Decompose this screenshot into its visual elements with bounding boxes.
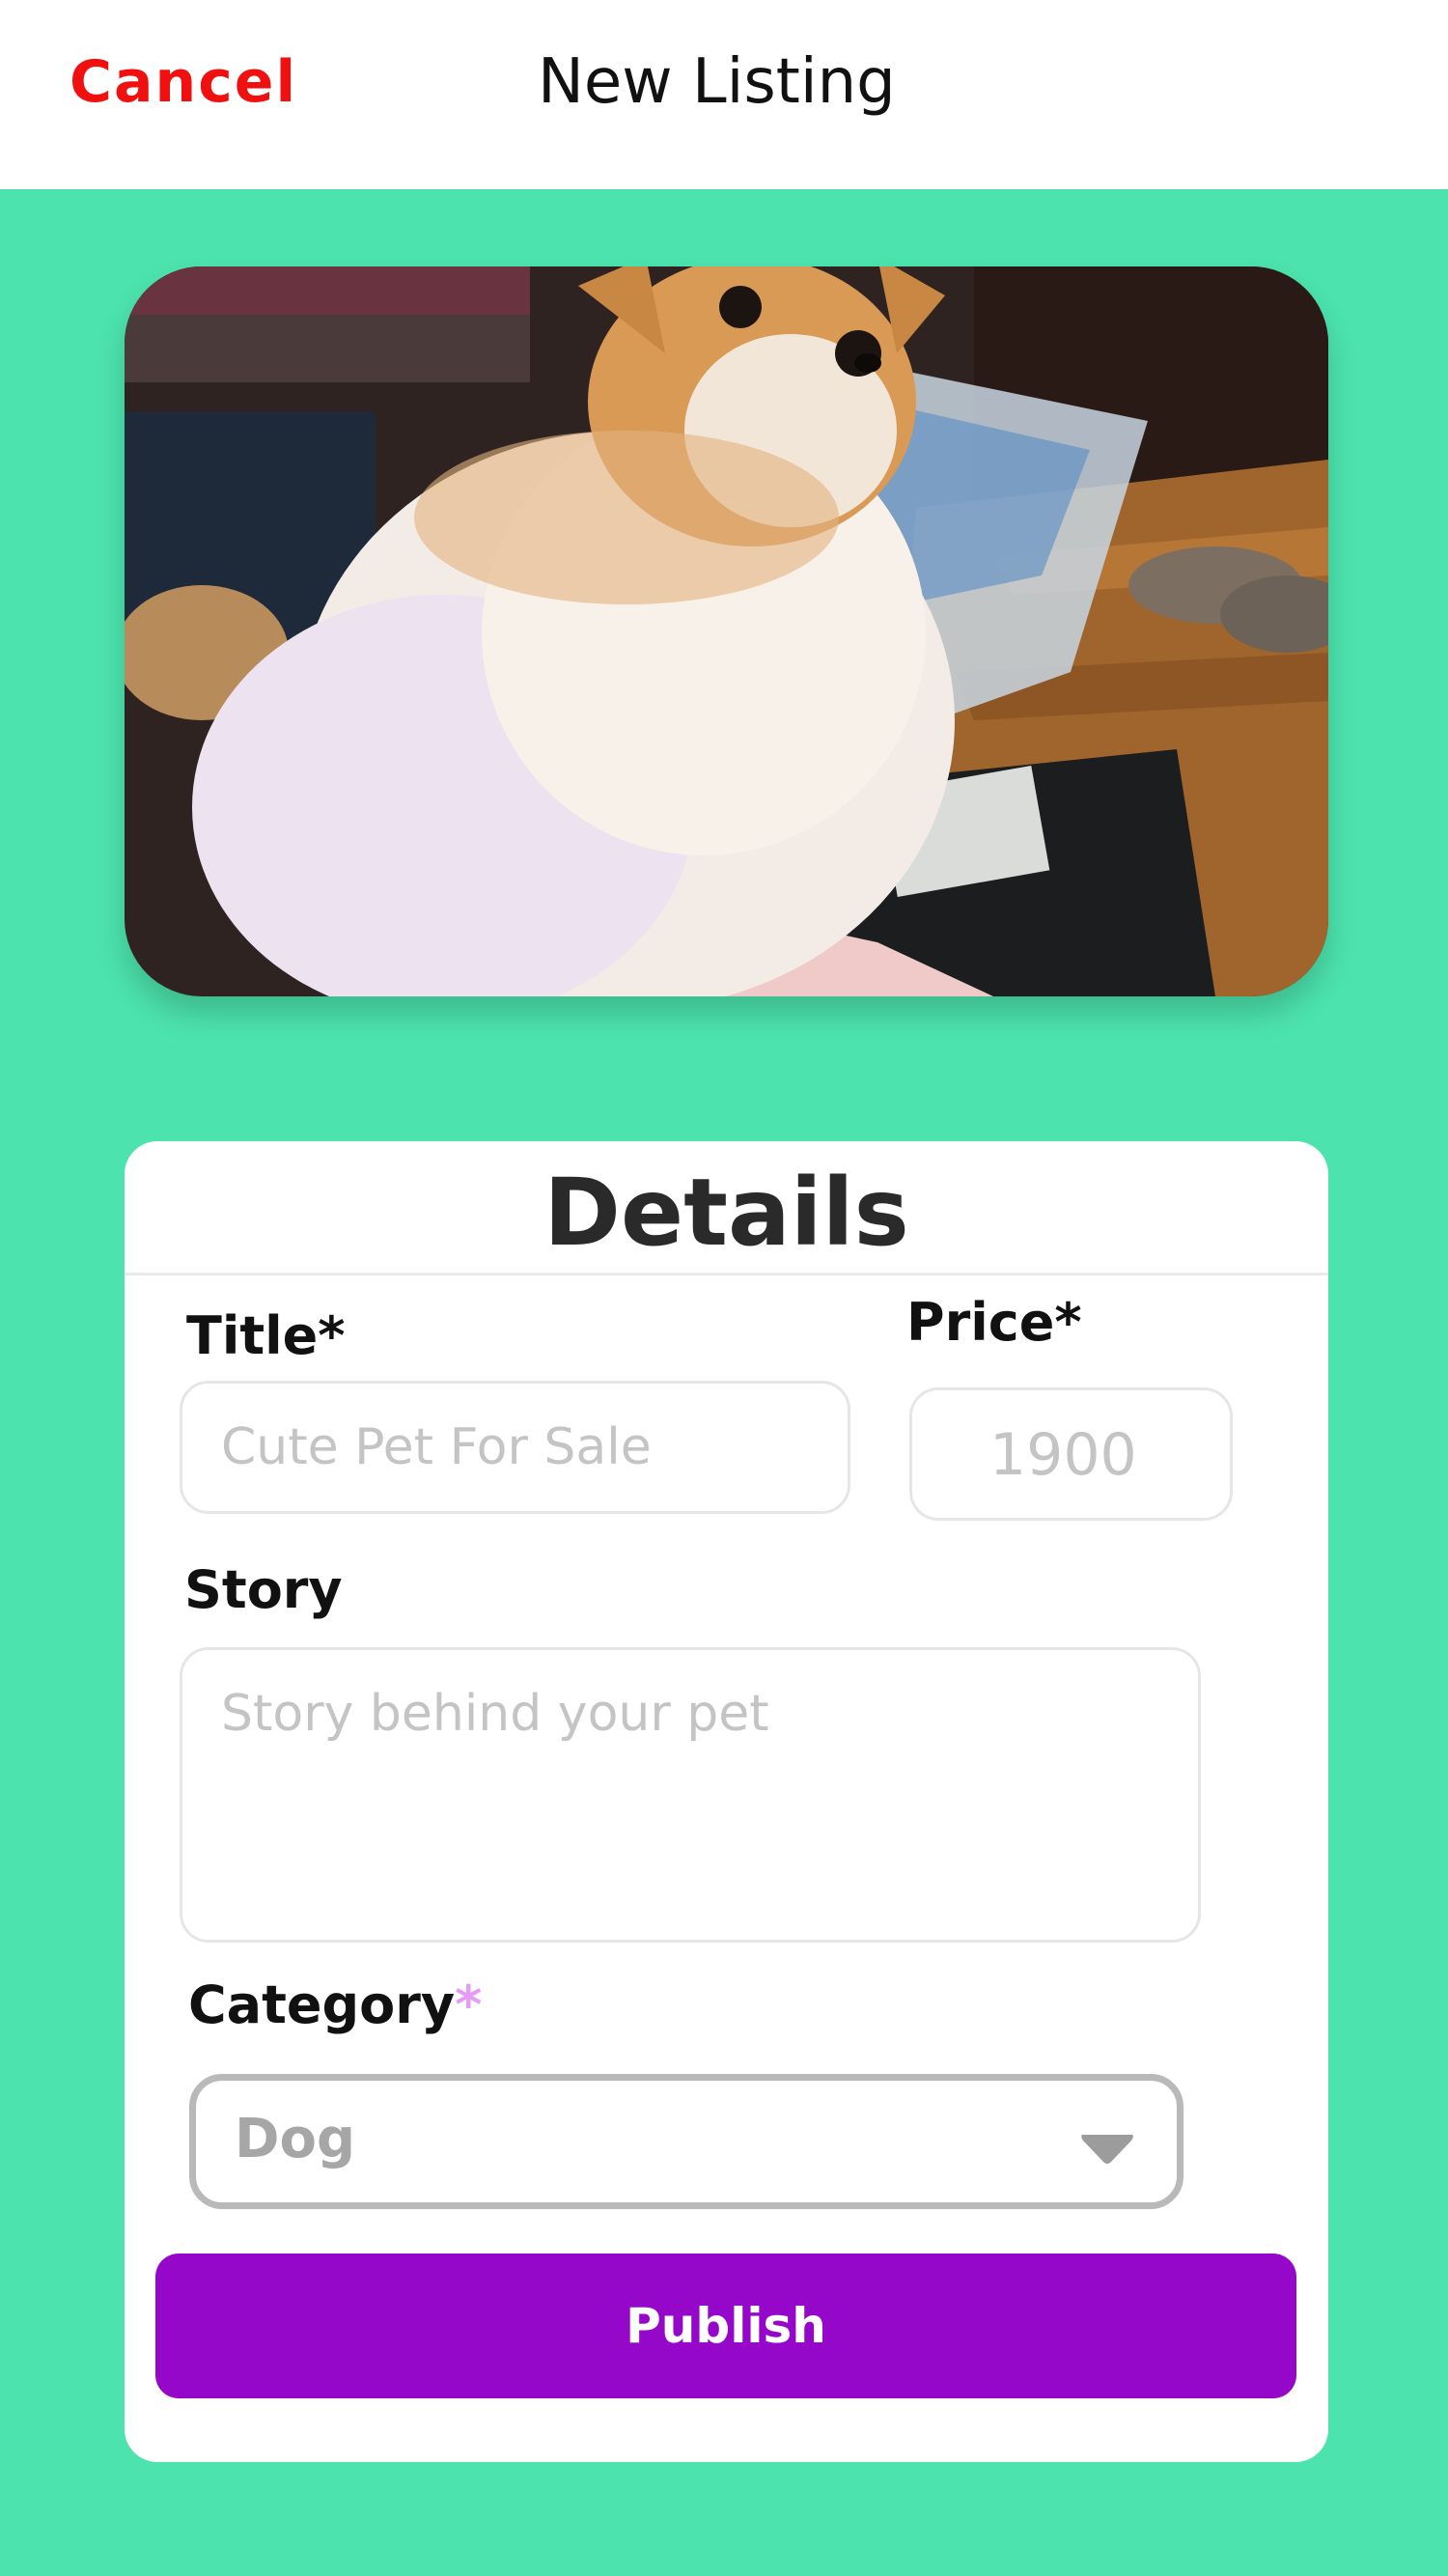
- details-divider: [125, 1273, 1328, 1275]
- category-label: Category*: [188, 1974, 482, 2035]
- pet-photo[interactable]: [125, 266, 1328, 996]
- details-card: Details Title* Cute Pet For Sale Price* …: [125, 1141, 1328, 2462]
- category-select[interactable]: Dog: [189, 2074, 1183, 2209]
- title-placeholder: Cute Pet For Sale: [221, 1418, 652, 1476]
- category-value: Dog: [235, 2108, 356, 2170]
- details-heading: Details: [543, 1159, 909, 1267]
- cancel-button[interactable]: Cancel: [70, 48, 297, 116]
- story-label: Story: [184, 1559, 343, 1620]
- story-placeholder: Story behind your pet: [221, 1685, 769, 1743]
- page-title: New Listing: [538, 46, 896, 118]
- pet-photo-image: [125, 266, 1328, 996]
- nav-bar: Cancel New Listing: [0, 0, 1448, 189]
- price-input[interactable]: 1900: [909, 1387, 1233, 1521]
- category-label-text: Category: [188, 1974, 456, 2035]
- title-input[interactable]: Cute Pet For Sale: [180, 1381, 850, 1514]
- price-label: Price*: [906, 1292, 1082, 1353]
- price-placeholder: 1900: [989, 1421, 1137, 1489]
- title-label: Title*: [186, 1305, 346, 1366]
- story-textarea[interactable]: Story behind your pet: [180, 1647, 1201, 1943]
- publish-button[interactable]: Publish: [155, 2254, 1296, 2398]
- chevron-down-icon: [1081, 2135, 1133, 2164]
- category-required-mark: *: [455, 1974, 483, 2035]
